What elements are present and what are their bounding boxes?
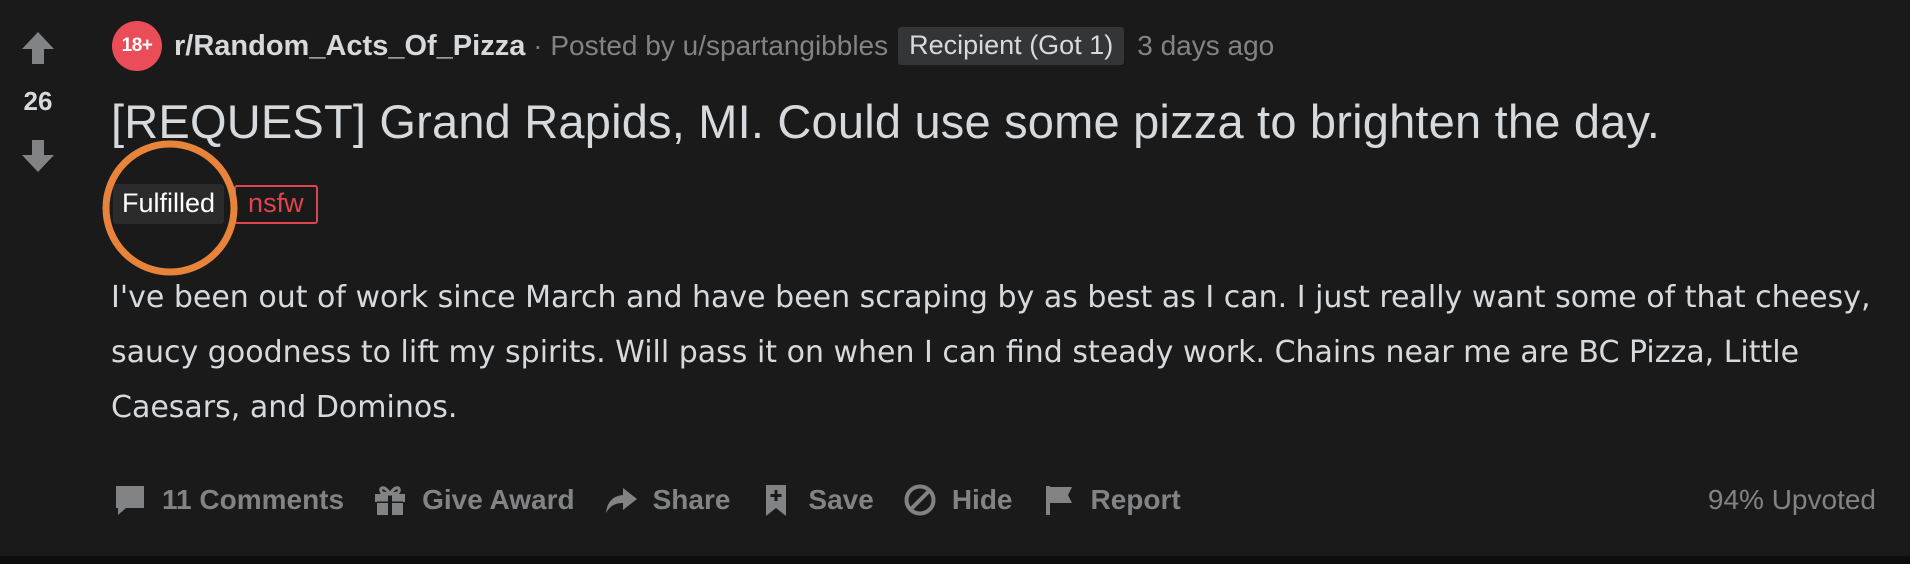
flag-icon (1045, 486, 1072, 515)
posted-by-prefix: Posted by (550, 30, 675, 61)
post-body: I've been out of work since March and ha… (111, 280, 1871, 425)
comments-button[interactable]: 11 Comments (112, 482, 344, 518)
comments-label: 11 Comments (162, 484, 345, 515)
subreddit-icon[interactable]: 18+ (112, 21, 162, 71)
upvote-ratio: 94% Upvoted (1707, 484, 1876, 515)
nsfw-tag: nsfw (234, 184, 318, 224)
post-title[interactable]: [REQUEST] Grand Rapids, MI. Could use so… (111, 94, 1660, 149)
posted-by: Posted by u/spartangibbles (550, 30, 888, 62)
share-button[interactable]: Share (603, 482, 731, 518)
post-tags: Fulfilled nsfw (113, 184, 318, 224)
vote-score: 26 (23, 86, 53, 116)
share-icon (605, 488, 637, 513)
give-award-button[interactable]: Give Award (372, 482, 575, 518)
upvote-arrow-icon[interactable] (18, 28, 58, 68)
save-label: Save (808, 484, 874, 515)
report-button[interactable]: Report (1041, 482, 1181, 518)
hide-icon (904, 484, 936, 516)
action-bar: 11 Comments Give Award Share Save Hide R… (112, 476, 1209, 524)
vote-column: 26 (0, 0, 78, 200)
comment-icon (116, 486, 144, 515)
post-card: 26 18+ r/Random_Acts_Of_Pizza · Posted b… (0, 0, 1910, 556)
hide-label: Hide (951, 484, 1013, 515)
subreddit-link[interactable]: r/Random_Acts_Of_Pizza (174, 30, 525, 63)
post-time[interactable]: 3 days ago (1137, 30, 1274, 62)
gift-icon (375, 486, 406, 515)
share-label: Share (652, 484, 731, 515)
post-meta: 18+ r/Random_Acts_Of_Pizza · Posted by u… (112, 21, 1274, 71)
save-button[interactable]: Save (758, 482, 874, 518)
meta-separator: · (533, 30, 543, 61)
bottom-divider (0, 556, 1910, 564)
hide-button[interactable]: Hide (902, 482, 1013, 518)
give-award-label: Give Award (422, 484, 575, 515)
downvote-arrow-icon[interactable] (18, 136, 58, 176)
report-label: Report (1090, 484, 1181, 515)
user-flair: Recipient (Got 1) (898, 27, 1125, 65)
author-link[interactable]: u/spartangibbles (683, 30, 888, 61)
bookmark-icon (766, 485, 787, 516)
fulfilled-flair[interactable]: Fulfilled (113, 184, 225, 224)
